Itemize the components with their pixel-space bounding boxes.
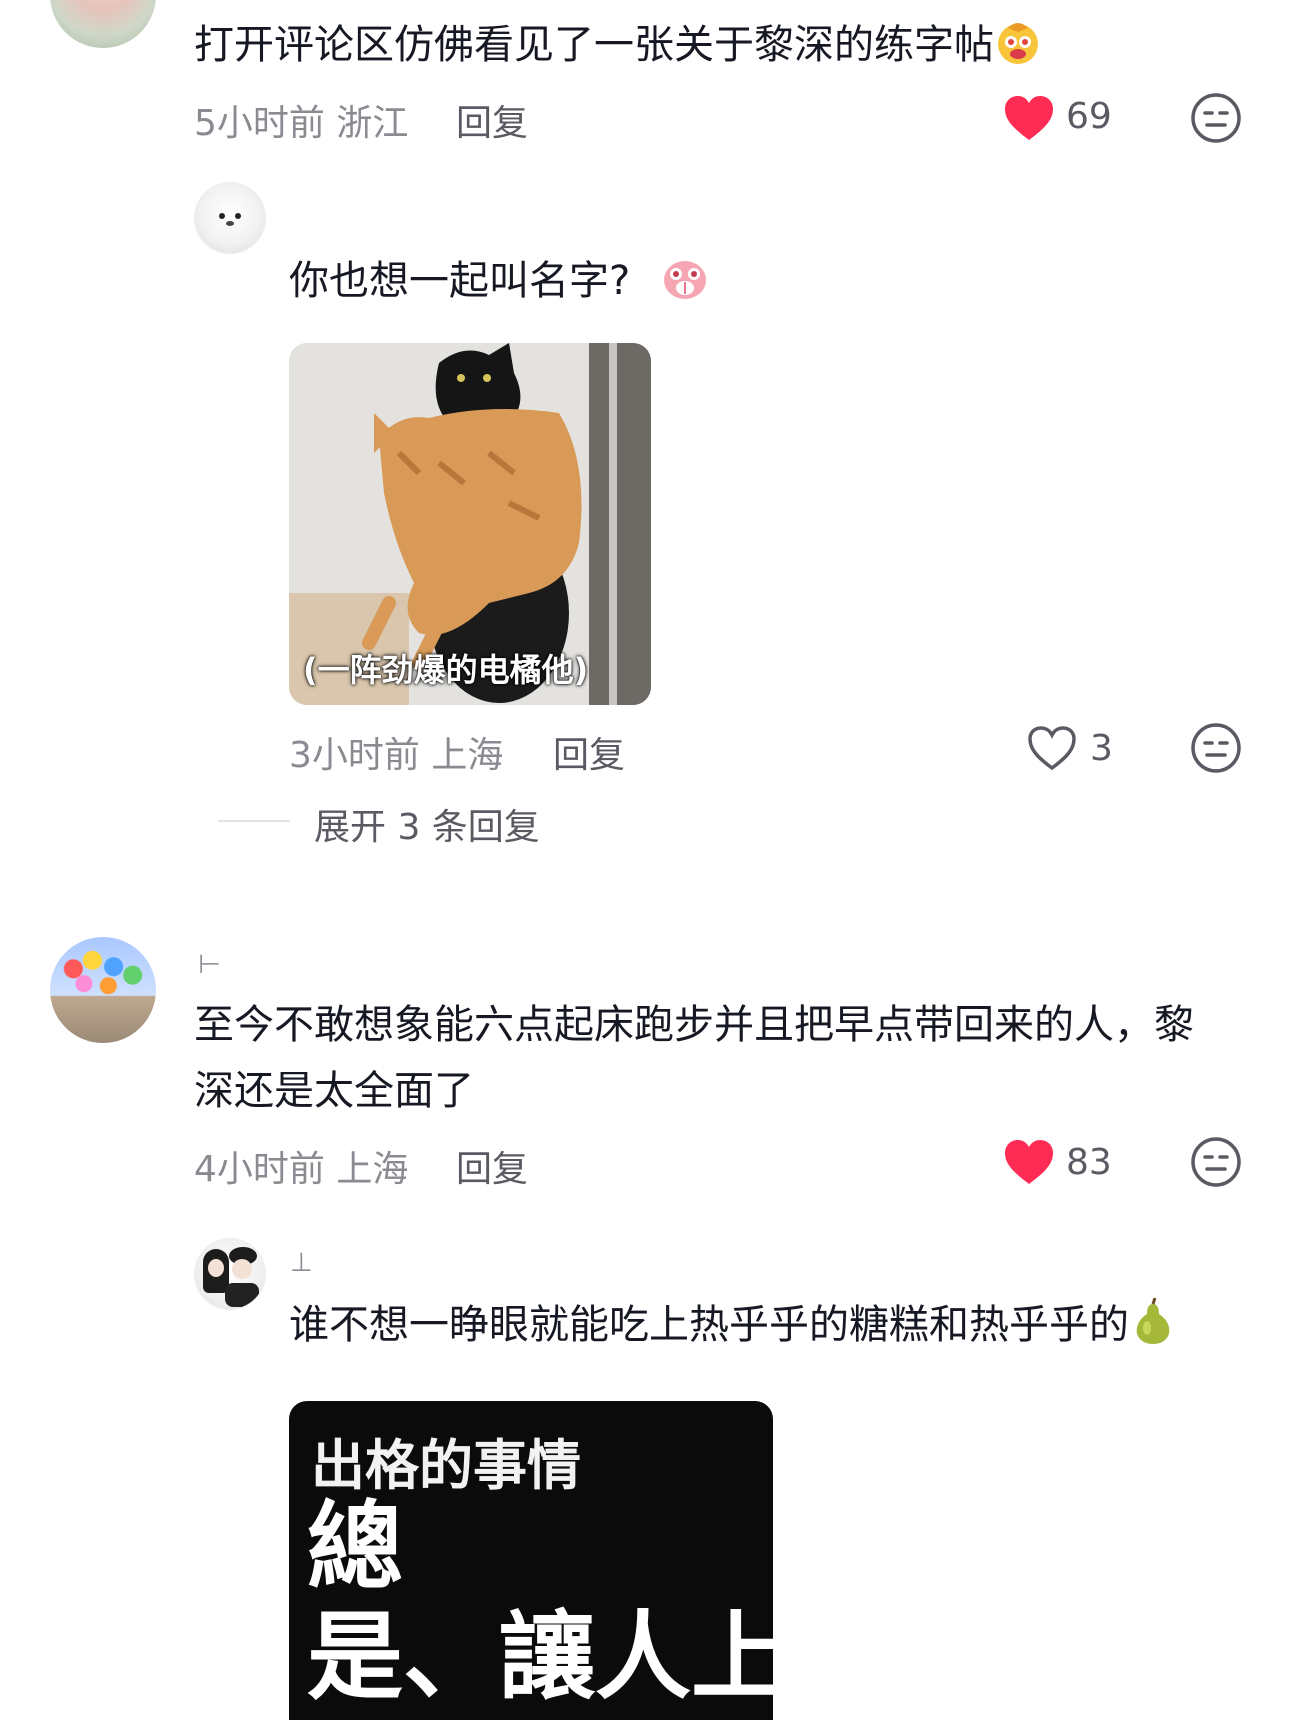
expand-divider	[218, 820, 290, 822]
poster-line: 總	[307, 1490, 403, 1603]
reply-button[interactable]: 回复	[553, 726, 625, 778]
clown-emoji-icon	[998, 23, 1038, 64]
comment-location: 浙江	[336, 103, 409, 144]
comment-text: 你也想一起叫名字?	[289, 248, 709, 314]
like-count: 83	[1066, 1142, 1112, 1183]
like-count: 69	[1066, 96, 1112, 137]
comment-time: 3小时前	[289, 735, 420, 776]
username-mark: ⊥	[290, 1248, 313, 1278]
cat-meme-image[interactable]: (一阵劲爆的电橘他)	[289, 343, 651, 705]
poster-image[interactable]: 出格的事情 總 是、讓人上癮	[289, 1401, 773, 1720]
user-avatar[interactable]	[50, 0, 156, 48]
user-avatar[interactable]	[194, 182, 266, 254]
username-mark: ⊢	[198, 950, 221, 980]
comment-list: 打开评论区仿佛看见了一张关于黎深的练字帖 5小时前 浙江 回复 69 你也想一起…	[0, 0, 1290, 1720]
comment-text: 打开评论区仿佛看见了一张关于黎深的练字帖	[194, 12, 1042, 78]
comment-text-content: 谁不想一睁眼就能吃上热乎乎的糖糕和热乎乎的	[289, 1302, 1129, 1348]
expand-replies-button[interactable]: 展开 3 条回复	[314, 798, 540, 850]
comment-text: 深还是太全面了	[194, 1068, 474, 1114]
comment-time: 5小时前	[194, 103, 325, 144]
comment-location: 上海	[431, 735, 504, 776]
comment-text: 谁不想一睁眼就能吃上热乎乎的糖糕和热乎乎的	[289, 1292, 1177, 1358]
heart-filled-icon[interactable]	[1003, 1138, 1055, 1186]
reply-button[interactable]: 回复	[456, 1140, 528, 1192]
comment-meta: 4小时前 上海	[194, 1140, 408, 1192]
comment-meta: 3小时前 上海	[289, 726, 503, 778]
heart-outline-icon[interactable]	[1026, 724, 1078, 772]
dislike-face-icon[interactable]	[1190, 1136, 1242, 1188]
comment-text: 至今不敢想象能六点起床跑步并且把早点带回来的人，黎	[194, 1002, 1194, 1048]
heart-filled-icon[interactable]	[1003, 94, 1055, 142]
dislike-face-icon[interactable]	[1190, 722, 1242, 774]
image-caption: (一阵劲爆的电橘他)	[303, 651, 589, 689]
comment-text-content: 打开评论区仿佛看见了一张关于黎深的练字帖	[194, 22, 994, 68]
poster-line: 是、讓人上癮	[307, 1600, 773, 1713]
shy-pig-emoji-icon	[663, 261, 706, 299]
comment-time: 4小时前	[194, 1149, 325, 1190]
reply-button[interactable]: 回复	[456, 94, 528, 146]
user-avatar[interactable]	[194, 1238, 266, 1310]
comment-meta: 5小时前 浙江	[194, 94, 408, 146]
pear-emoji-icon	[1136, 1298, 1170, 1344]
comment-location: 上海	[336, 1149, 409, 1190]
user-avatar[interactable]	[50, 937, 156, 1043]
like-count: 3	[1090, 728, 1113, 769]
comment-text-content: 你也想一起叫名字?	[289, 258, 631, 304]
dislike-face-icon[interactable]	[1190, 92, 1242, 144]
